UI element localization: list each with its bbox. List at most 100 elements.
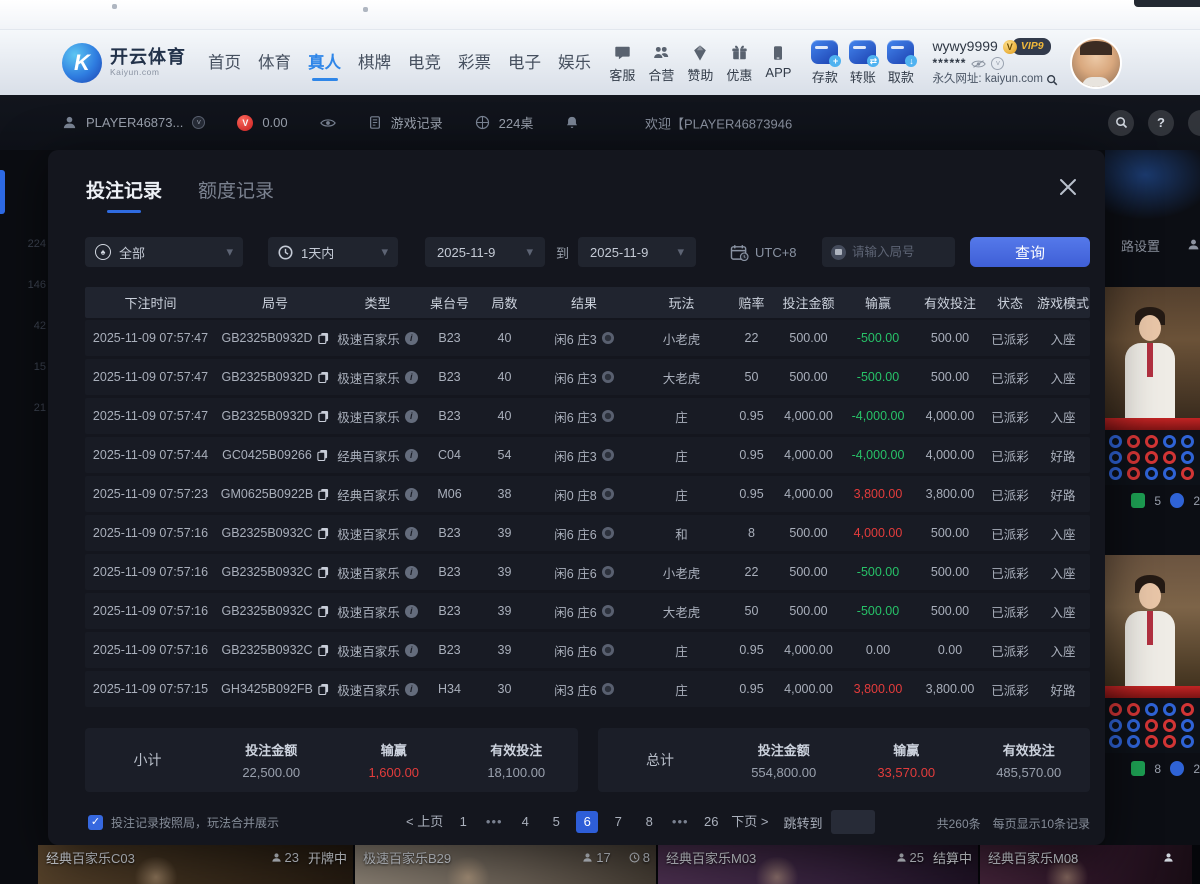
nav-item[interactable]: 电竞: [408, 49, 441, 77]
user-avatar[interactable]: [1072, 39, 1120, 87]
live-table-panel[interactable]: 8 2: [1105, 555, 1200, 776]
page-button[interactable]: 8: [638, 811, 660, 833]
copy-icon[interactable]: [318, 644, 329, 656]
game-records-link[interactable]: 游戏记录: [391, 113, 443, 132]
nav-item[interactable]: 首页: [208, 49, 241, 77]
app-button[interactable]: APP: [765, 42, 791, 80]
live-table-tile[interactable]: 经典百家乐C03 23 开牌中: [38, 845, 355, 884]
roadmap-ring: [1127, 719, 1140, 732]
game-type-select[interactable]: ♠ 全部 ▾: [85, 237, 243, 267]
nav-item[interactable]: 娱乐: [558, 49, 591, 77]
info-icon[interactable]: i: [405, 332, 418, 345]
page-button[interactable]: 6: [576, 811, 598, 833]
withdraw-button[interactable]: ↓ 取款: [887, 40, 914, 86]
page-button[interactable]: 5: [545, 811, 567, 833]
sponsor-button[interactable]: 赞助: [687, 42, 713, 84]
round-search-field[interactable]: [822, 237, 955, 267]
player-id[interactable]: PLAYER46873...: [86, 115, 183, 130]
nav-item[interactable]: 真人: [308, 49, 341, 77]
date-from-select[interactable]: 2025-11-9 ▾: [425, 237, 545, 267]
search-button[interactable]: 查询: [970, 237, 1090, 267]
nav-item[interactable]: 棋牌: [358, 49, 391, 77]
deposit-button[interactable]: + 存款: [811, 40, 838, 86]
player-chevron-icon[interactable]: ˅: [192, 116, 205, 129]
road-settings-label[interactable]: 路设置: [1121, 236, 1160, 255]
result-detail-icon[interactable]: [602, 644, 614, 656]
vip-crest-icon: V: [1003, 40, 1017, 54]
info-icon[interactable]: i: [405, 644, 418, 657]
live-table-tile[interactable]: 极速百家乐B29 17 8: [355, 845, 658, 884]
partner-button[interactable]: 合营: [648, 42, 674, 84]
result-detail-icon[interactable]: [602, 566, 614, 578]
search-circle-icon[interactable]: [1108, 110, 1134, 136]
result-detail-icon[interactable]: [602, 449, 614, 461]
game-mode: 入座: [1036, 329, 1090, 348]
info-icon[interactable]: i: [405, 566, 418, 579]
info-icon[interactable]: i: [405, 527, 418, 540]
bell-icon[interactable]: [565, 115, 579, 130]
suit-icon: ♠: [95, 244, 111, 260]
result-detail-icon[interactable]: [602, 605, 614, 617]
nav-item[interactable]: 电子: [508, 49, 541, 77]
chevron-down-icon[interactable]: ˅: [991, 57, 1004, 70]
copy-icon[interactable]: [317, 449, 328, 461]
next-page-button[interactable]: 下页 >: [731, 811, 768, 833]
result-detail-icon[interactable]: [602, 527, 614, 539]
magnifier-icon[interactable]: [1046, 74, 1058, 86]
info-icon[interactable]: i: [405, 488, 418, 501]
copy-icon[interactable]: [318, 410, 329, 422]
nav-item[interactable]: 体育: [258, 49, 291, 77]
brand-logo[interactable]: K 开云体育 Kaiyun.com: [62, 43, 186, 83]
close-icon[interactable]: [1057, 176, 1079, 198]
timezone-indicator[interactable]: UTC+8: [730, 237, 797, 267]
page-button[interactable]: 1: [452, 811, 474, 833]
merge-checkbox[interactable]: ✓: [88, 815, 103, 830]
nav-item[interactable]: 彩票: [458, 49, 491, 77]
diamond-icon: [691, 42, 709, 62]
copy-icon[interactable]: [318, 527, 329, 539]
live-table-tile[interactable]: 经典百家乐M08: [980, 845, 1194, 884]
page-button[interactable]: •••: [669, 811, 691, 833]
copy-icon[interactable]: [318, 683, 329, 695]
modal-tab[interactable]: 额度记录: [198, 176, 274, 213]
odds: 0.95: [726, 682, 777, 696]
copy-icon[interactable]: [318, 332, 329, 344]
info-icon[interactable]: i: [405, 371, 418, 384]
time-range-select[interactable]: 1天内 ▾: [268, 237, 398, 267]
page-button[interactable]: 4: [514, 811, 536, 833]
info-icon[interactable]: i: [405, 410, 418, 423]
info-icon[interactable]: i: [405, 605, 418, 618]
result-detail-icon[interactable]: [602, 371, 614, 383]
date-to-select[interactable]: 2025-11-9 ▾: [578, 237, 696, 267]
tables-count[interactable]: 224桌: [499, 113, 534, 132]
live-table-tile[interactable]: 经典百家乐M03 25 结算中: [658, 845, 980, 884]
page-button[interactable]: 26: [700, 811, 722, 833]
info-icon[interactable]: i: [405, 683, 418, 696]
copy-icon[interactable]: [318, 371, 329, 383]
info-icon[interactable]: i: [405, 449, 418, 462]
prev-page-button[interactable]: < 上页: [406, 811, 443, 833]
win-loss: -4,000.00: [840, 448, 916, 462]
copy-icon[interactable]: [318, 605, 329, 617]
page-button[interactable]: 7: [607, 811, 629, 833]
round-input[interactable]: [852, 245, 942, 259]
eye-icon[interactable]: [320, 118, 336, 128]
eye-off-icon[interactable]: [971, 59, 986, 69]
result-detail-icon[interactable]: [602, 683, 614, 695]
jump-page-input[interactable]: [831, 810, 875, 834]
modal-tab[interactable]: 投注记录: [86, 176, 162, 213]
deposit-card-icon: +: [811, 40, 838, 64]
support-button[interactable]: 客服: [609, 42, 635, 84]
copy-icon[interactable]: [318, 566, 329, 578]
live-table-panel[interactable]: 5 2: [1105, 287, 1200, 508]
help-circle-icon[interactable]: ?: [1148, 110, 1174, 136]
game-type-cell: 经典百家乐 i: [334, 446, 421, 465]
transfer-button[interactable]: ⇄ 转账: [849, 40, 876, 86]
copy-icon[interactable]: [318, 488, 329, 500]
promo-button[interactable]: 优惠: [726, 42, 752, 84]
result-detail-icon[interactable]: [602, 488, 614, 500]
result-detail-icon[interactable]: [602, 332, 614, 344]
edge-circle-icon[interactable]: [1188, 110, 1200, 136]
result-detail-icon[interactable]: [602, 410, 614, 422]
page-button[interactable]: •••: [483, 811, 505, 833]
